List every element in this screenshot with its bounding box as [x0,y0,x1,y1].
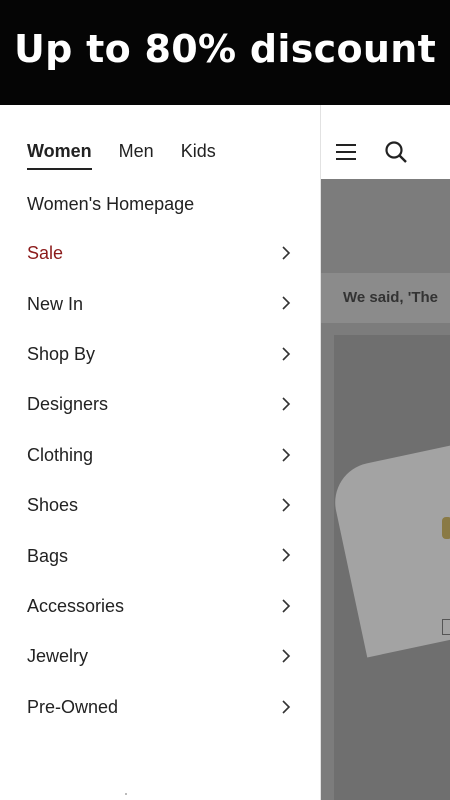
background-header [321,105,450,179]
navigation-drawer: Women Men Kids Women's Homepage Sale New… [0,105,321,800]
chevron-right-icon [278,295,294,311]
gender-tabs: Women Men Kids [27,140,243,170]
search-icon[interactable] [384,140,408,164]
menu-item-jewelry[interactable]: Jewelry [0,631,321,681]
chevron-right-icon [278,346,294,362]
chevron-right-icon [278,447,294,463]
category-menu: Sale New In Shop By Designers Clothing S… [0,228,321,732]
chevron-right-icon [278,245,294,261]
product-image [334,335,450,800]
menu-icon[interactable] [334,140,358,164]
chevron-right-icon [278,497,294,513]
promo-banner: Up to 80% discount [0,0,450,105]
menu-item-label: Pre-Owned [27,696,119,717]
menu-item-label: Jewelry [27,646,89,667]
menu-item-bags[interactable]: Bags [0,530,321,580]
menu-item-label: New In [27,293,84,314]
menu-item-label: Sale [27,243,64,264]
promo-strip: We said, 'The [321,273,450,323]
menu-item-label: Shop By [27,343,96,364]
chevron-right-icon [278,396,294,412]
menu-item-label: Designers [27,394,109,415]
promo-banner-text: Up to 80% discount [13,26,437,71]
chevron-right-icon [278,547,294,563]
menu-item-pre-owned[interactable]: Pre-Owned [0,682,321,732]
background-app[interactable]: We said, 'The [321,105,450,800]
menu-item-clothing[interactable]: Clothing [0,430,321,480]
menu-item-accessories[interactable]: Accessories [0,581,321,631]
menu-item-label: Accessories [27,595,125,616]
product-accent [442,517,450,539]
menu-item-new-in[interactable]: New In [0,278,321,328]
menu-item-designers[interactable]: Designers [0,379,321,429]
menu-item-shop-by[interactable]: Shop By [0,329,321,379]
product-tag [442,619,450,635]
promo-strip-text: We said, 'The [343,289,438,306]
chevron-right-icon [278,648,294,664]
background-content-overlay[interactable]: We said, 'The [321,179,450,800]
womens-homepage-link[interactable]: Women's Homepage [27,192,194,216]
menu-item-shoes[interactable]: Shoes [0,480,321,530]
decorative-dot [125,793,127,795]
product-shirt-shape [334,442,450,658]
menu-item-sale[interactable]: Sale [0,228,321,278]
menu-item-label: Clothing [27,444,94,465]
menu-item-label: Bags [27,545,69,566]
chevron-right-icon [278,598,294,614]
chevron-right-icon [278,699,294,715]
tab-women[interactable]: Women [27,140,92,170]
menu-item-label: Shoes [27,495,79,516]
tab-men[interactable]: Men [119,140,154,170]
tab-kids[interactable]: Kids [181,140,216,170]
